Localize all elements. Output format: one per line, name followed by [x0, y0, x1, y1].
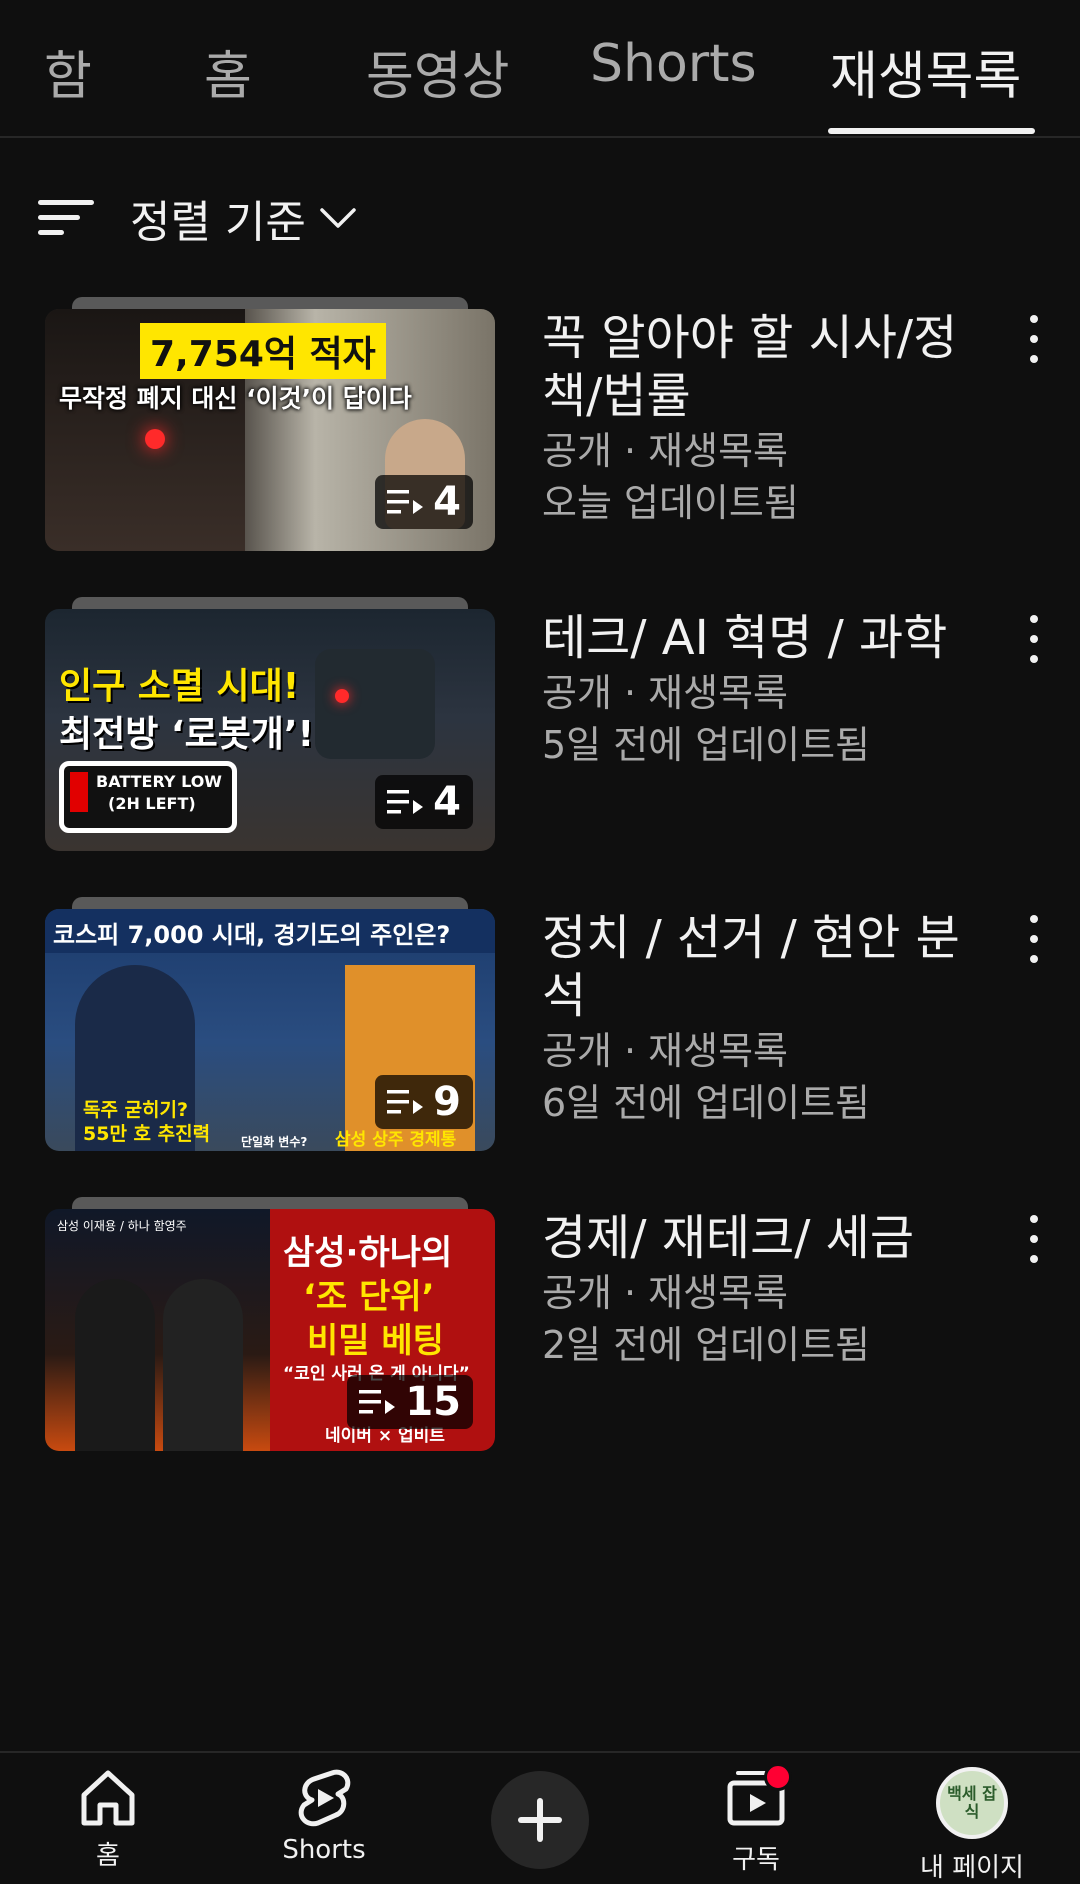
- playlist-visibility: 공개 · 재생목록: [542, 429, 788, 473]
- playlist-updated: 2일 전에 업데이트됨: [542, 1323, 871, 1367]
- playlist-item[interactable]: 7,754억 적자 무작정 폐지 대신 ‘이것’이 답이다 4 꼭 알아야 할 …: [0, 297, 1080, 567]
- channel-tab-bar: 함 홈 동영상 Shorts 재생목록: [0, 0, 1080, 138]
- thumb-headline: 7,754억 적자: [140, 323, 386, 379]
- playlist-item[interactable]: 인구 소멸 시대! 최전방 ‘로봇개’! BATTERY LOW (2H LEF…: [0, 597, 1080, 867]
- thumb-battery-text: BATTERY LOW: [96, 772, 222, 791]
- playlist-visibility: 공개 · 재생목록: [542, 1029, 788, 1073]
- thumb-center-caption: 단일화 변수?: [241, 1135, 308, 1149]
- home-icon: [81, 1770, 135, 1826]
- video-count-badge: 15: [347, 1375, 473, 1429]
- active-tab-indicator: [828, 128, 1035, 134]
- sort-icon: [38, 200, 94, 235]
- nav-my-page[interactable]: 백세 잡식 내 페이지: [882, 1767, 1062, 1884]
- bottom-navigation: 홈 Shorts 구독 백세 잡식 내 페이지: [0, 1751, 1080, 1883]
- playlist-updated: 5일 전에 업데이트됨: [542, 723, 871, 767]
- video-count: 9: [433, 1079, 461, 1125]
- thumb-headline-2: ‘조 단위’: [303, 1277, 435, 1317]
- thumb-subline: 무작정 폐지 대신 ‘이것’이 답이다: [59, 384, 412, 413]
- playlist-thumbnail[interactable]: 삼성 이재용 / 하나 함영주 삼성·하나의 ‘조 단위’ 비밀 베팅 “코인 …: [45, 1197, 495, 1453]
- playlist-visibility: 공개 · 재생목록: [542, 1271, 788, 1315]
- video-count: 4: [433, 479, 461, 525]
- nav-subscriptions-label: 구독: [732, 1845, 780, 1875]
- playlist-icon: [387, 790, 424, 814]
- playlist-icon: [387, 490, 424, 514]
- nav-home-label: 홈: [96, 1841, 120, 1871]
- more-options-icon[interactable]: [1020, 615, 1048, 663]
- sort-label: 정렬 기준: [130, 197, 306, 248]
- playlist-item[interactable]: 삼성 이재용 / 하나 함영주 삼성·하나의 ‘조 단위’ 비밀 베팅 “코인 …: [0, 1197, 1080, 1467]
- more-options-icon[interactable]: [1020, 915, 1048, 963]
- notification-dot: [764, 1763, 792, 1791]
- playlist-title[interactable]: 꼭 알아야 할 시사/정책/법률: [542, 309, 982, 425]
- thumbnail-image: 코스피 7,000 시대, 경기도의 주인은? 독주 굳히기? 55만 호 추진…: [45, 909, 495, 1151]
- tab-shorts[interactable]: Shorts: [590, 34, 757, 94]
- thumb-left-caption: 독주 굳히기?: [83, 1099, 189, 1121]
- nav-shorts[interactable]: Shorts: [234, 1767, 414, 1865]
- thumb-headline: 인구 소멸 시대!: [59, 666, 300, 707]
- nav-my-page-label: 내 페이지: [920, 1853, 1024, 1883]
- playlist-visibility: 공개 · 재생목록: [542, 671, 788, 715]
- shorts-icon: [298, 1769, 351, 1827]
- nav-home[interactable]: 홈: [18, 1767, 198, 1872]
- video-count-badge: 4: [375, 475, 473, 529]
- thumb-subline: 최전방 ‘로봇개’!: [59, 714, 315, 755]
- playlist-icon: [387, 1090, 424, 1114]
- thumb-headline: 코스피 7,000 시대, 경기도의 주인은?: [53, 921, 451, 949]
- nav-shorts-label: Shorts: [282, 1835, 366, 1865]
- tab-home[interactable]: 홈: [204, 34, 252, 109]
- playlist-title[interactable]: 정치 / 선거 / 현안 분석: [542, 909, 982, 1025]
- thumbnail-image: 7,754억 적자 무작정 폐지 대신 ‘이것’이 답이다 4: [45, 309, 495, 551]
- video-count: 4: [433, 779, 461, 825]
- playlist-thumbnail[interactable]: 7,754억 적자 무작정 폐지 대신 ‘이것’이 답이다 4: [45, 297, 495, 553]
- thumbnail-image: 삼성 이재용 / 하나 함영주 삼성·하나의 ‘조 단위’ 비밀 베팅 “코인 …: [45, 1209, 495, 1451]
- video-count-badge: 4: [375, 775, 473, 829]
- video-count: 15: [405, 1379, 461, 1425]
- playlist-title[interactable]: 테크/ AI 혁명 / 과학: [542, 609, 982, 667]
- playlist-updated: 오늘 업데이트됨: [542, 481, 799, 525]
- playlist-updated: 6일 전에 업데이트됨: [542, 1081, 871, 1125]
- thumb-left-subcaption: 55만 호 추진력: [83, 1123, 211, 1145]
- thumb-caption-top: 삼성 이재용 / 하나 함영주: [57, 1219, 187, 1233]
- thumb-battery-subtext: (2H LEFT): [108, 794, 196, 813]
- thumbnail-image: 인구 소멸 시대! 최전방 ‘로봇개’! BATTERY LOW (2H LEF…: [45, 609, 495, 851]
- nav-subscriptions[interactable]: 구독: [666, 1763, 846, 1876]
- video-count-badge: 9: [375, 1075, 473, 1129]
- thumb-headline-3: 비밀 베팅: [307, 1321, 444, 1361]
- tab-playlists[interactable]: 재생목록: [830, 34, 1021, 109]
- create-icon: [518, 1798, 562, 1842]
- tab-videos[interactable]: 동영상: [366, 34, 510, 109]
- avatar: 백세 잡식: [936, 1767, 1008, 1839]
- sort-button[interactable]: 정렬 기준: [36, 186, 358, 250]
- more-options-icon[interactable]: [1020, 1215, 1048, 1263]
- playlist-thumbnail[interactable]: 코스피 7,000 시대, 경기도의 주인은? 독주 굳히기? 55만 호 추진…: [45, 897, 495, 1153]
- playlist-thumbnail[interactable]: 인구 소멸 시대! 최전방 ‘로봇개’! BATTERY LOW (2H LEF…: [45, 597, 495, 853]
- playlist-title[interactable]: 경제/ 재테크/ 세금: [542, 1209, 982, 1267]
- thumb-headline: 삼성·하나의: [283, 1233, 453, 1273]
- create-button[interactable]: [491, 1771, 589, 1869]
- playlist-icon: [359, 1390, 396, 1414]
- tab-community[interactable]: 함: [44, 34, 92, 109]
- playlist-item[interactable]: 코스피 7,000 시대, 경기도의 주인은? 독주 굳히기? 55만 호 추진…: [0, 897, 1080, 1167]
- more-options-icon[interactable]: [1020, 315, 1048, 363]
- chevron-down-icon: [320, 208, 356, 228]
